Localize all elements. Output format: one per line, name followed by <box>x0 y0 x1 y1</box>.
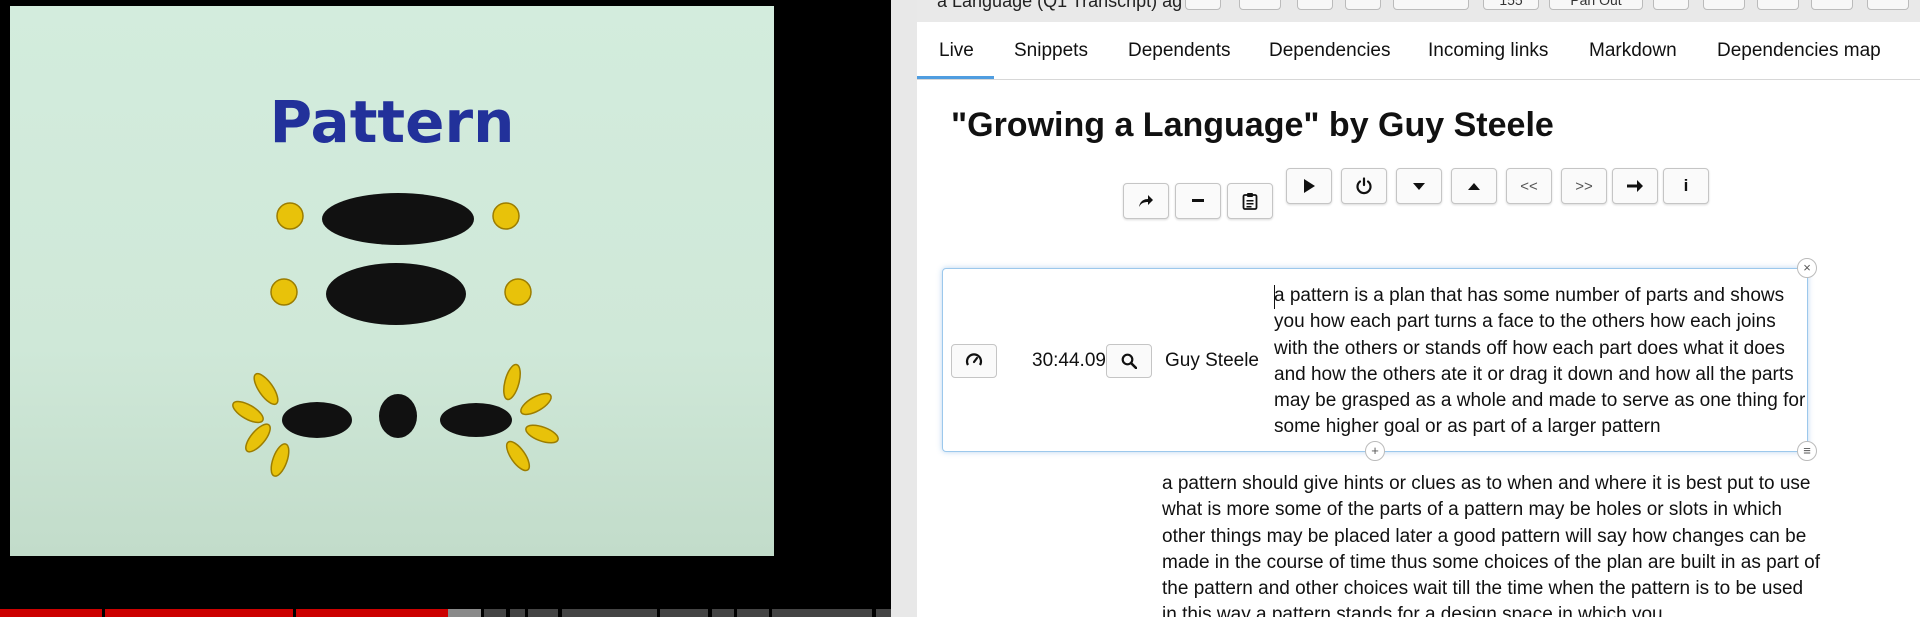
caret-down-icon <box>1413 182 1425 190</box>
tab-dependencies[interactable]: Dependencies <box>1269 40 1390 62</box>
toolbar-button[interactable] <box>1757 0 1799 10</box>
arrow-right-icon <box>1627 180 1643 192</box>
progress-played-segment <box>0 609 102 617</box>
ellipse-row-1 <box>276 193 520 245</box>
text-cursor <box>1274 285 1275 309</box>
tab-dependencies-map[interactable]: Dependencies map <box>1717 40 1881 62</box>
add-snippet-button[interactable]: + <box>1365 441 1385 461</box>
close-snippet-button[interactable]: × <box>1797 258 1817 278</box>
tab-dependents[interactable]: Dependents <box>1128 40 1230 62</box>
toolbar-button[interactable] <box>1185 0 1221 10</box>
snippet-text[interactable]: a pattern is a plan that has some number… <box>1274 283 1814 441</box>
power-button[interactable] <box>1341 168 1387 204</box>
tab-live[interactable]: Live <box>939 40 974 62</box>
fast-forward-button[interactable]: >> <box>1561 168 1607 204</box>
minus-icon <box>1192 199 1204 202</box>
play-icon <box>1304 179 1315 193</box>
progress-unbuffered-segment <box>772 609 872 617</box>
progress-played-segment <box>296 609 448 617</box>
pan-out-button[interactable]: Pan Out <box>1549 0 1643 10</box>
progress-unbuffered-segment <box>737 609 769 617</box>
transcript-app: a Language (Q1 Transcript) ag 155 Pan Ou… <box>917 0 1920 617</box>
ellipse-row-3 <box>232 363 559 477</box>
toolbar-button[interactable] <box>1345 0 1381 10</box>
progress-buffered-segment <box>448 609 481 617</box>
progress-unbuffered-segment <box>562 609 657 617</box>
video-progress-bar[interactable] <box>0 609 891 617</box>
tab-bar: Live Snippets Dependents Dependencies In… <box>917 34 1920 80</box>
clipboard-button[interactable] <box>1227 183 1273 219</box>
progress-unbuffered-segment <box>876 609 891 617</box>
clipboard-icon <box>1242 193 1258 210</box>
progress-played-segment <box>105 609 293 617</box>
share-button[interactable] <box>1123 183 1169 219</box>
collapse-button[interactable] <box>1175 183 1221 219</box>
rewind-button[interactable]: << <box>1506 168 1552 204</box>
tab-markdown[interactable]: Markdown <box>1589 40 1677 62</box>
tab-incoming-links[interactable]: Incoming links <box>1428 40 1548 62</box>
page-title: "Growing a Language" by Guy Steele <box>951 106 1554 144</box>
toolbar-button[interactable] <box>1653 0 1689 10</box>
progress-unbuffered-segment <box>712 609 734 617</box>
counter-label: 155 <box>1499 0 1523 8</box>
snippet-search-button[interactable] <box>1106 344 1152 378</box>
active-snippet-card: 30:44.090s Guy Steele a pattern is a pla… <box>942 268 1808 452</box>
ellipse-row-2 <box>270 263 532 325</box>
caret-up-icon <box>1468 182 1480 190</box>
toolbar-button[interactable] <box>1867 0 1909 10</box>
active-tab-indicator <box>917 76 994 79</box>
toolbar-button[interactable] <box>1811 0 1853 10</box>
progress-unbuffered-segment <box>660 609 708 617</box>
document-name: a Language (Q1 Transcript) ag <box>937 0 1183 11</box>
video-frame-slide: Pattern <box>10 6 774 556</box>
snippet-speaker: Guy Steele <box>1165 350 1259 371</box>
pan-out-label: Pan Out <box>1570 0 1622 8</box>
caret-down-button[interactable] <box>1396 168 1442 204</box>
search-icon <box>1121 353 1137 369</box>
info-button[interactable]: i <box>1663 168 1709 204</box>
snippet-seek-button[interactable] <box>951 344 997 378</box>
power-icon <box>1356 177 1372 195</box>
gauge-icon <box>965 353 983 366</box>
caret-up-button[interactable] <box>1451 168 1497 204</box>
progress-unbuffered-segment <box>510 609 525 617</box>
video-player[interactable]: Pattern <box>0 0 891 617</box>
play-button[interactable] <box>1286 168 1332 204</box>
counter-button[interactable]: 155 <box>1483 0 1539 10</box>
tab-snippets[interactable]: Snippets <box>1014 40 1088 62</box>
arrow-right-button[interactable] <box>1612 168 1658 204</box>
toolbar-button[interactable] <box>1297 0 1333 10</box>
split-divider[interactable] <box>891 0 917 617</box>
toolbar-button[interactable] <box>1393 0 1469 10</box>
progress-unbuffered-segment <box>528 609 558 617</box>
slide-pattern-illustration <box>232 193 559 477</box>
next-snippet-text[interactable]: a pattern should give hints or clues as … <box>1162 471 1822 617</box>
toolbar-button[interactable] <box>1703 0 1745 10</box>
progress-unbuffered-segment <box>484 609 506 617</box>
snippet-menu-button[interactable]: ≡ <box>1797 441 1817 461</box>
share-icon <box>1139 195 1153 207</box>
top-toolbar: a Language (Q1 Transcript) ag 155 Pan Ou… <box>917 0 1920 22</box>
toolbar-button[interactable] <box>1239 0 1281 10</box>
